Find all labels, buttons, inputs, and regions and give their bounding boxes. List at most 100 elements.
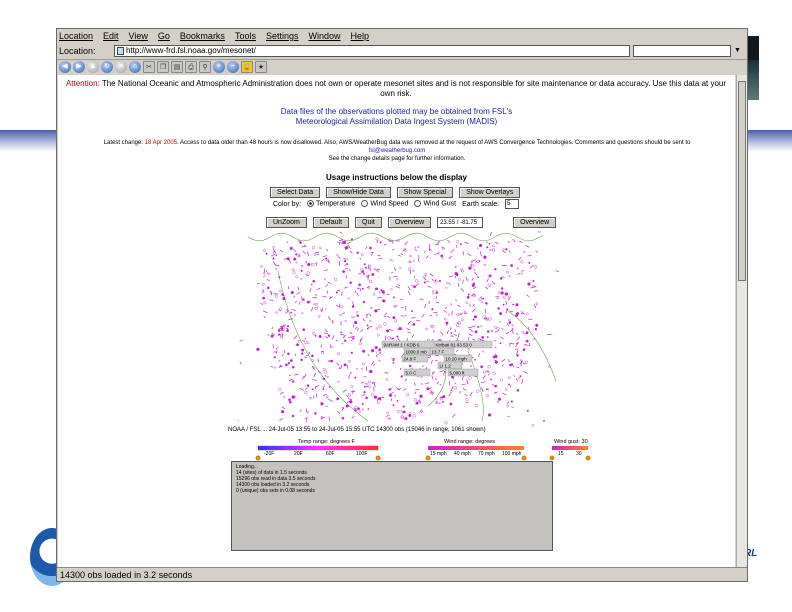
station-dot[interactable] [290,291,294,295]
wind-barb[interactable] [384,335,387,341]
wind-barb[interactable] [447,239,451,244]
station-dot[interactable] [304,390,308,395]
station-dot[interactable] [273,366,276,369]
wind-barb[interactable] [513,374,516,377]
wind-barb[interactable] [340,291,343,296]
wind-barb[interactable] [293,249,296,252]
menu-help[interactable]: Help [351,31,370,41]
wind-barb[interactable] [324,269,328,271]
wind-barb[interactable] [374,287,377,291]
wind-barb[interactable] [417,259,420,263]
wind-barb[interactable] [301,312,304,315]
wind-barb[interactable] [275,350,278,354]
wind-barb[interactable] [322,385,325,389]
wind-barb[interactable] [338,239,343,242]
station-dot[interactable] [499,312,503,316]
wind-barb[interactable] [436,313,438,317]
station-dot[interactable] [399,266,402,269]
wind-barb[interactable] [279,418,283,421]
menu-settings[interactable]: Settings [266,31,299,41]
station-dot[interactable] [431,308,434,311]
wind-barb[interactable] [413,382,416,386]
station-dot[interactable] [472,282,476,286]
station-dot[interactable] [508,318,511,322]
wind-barb[interactable] [403,388,407,391]
station-dot[interactable] [476,389,480,393]
station-dot[interactable] [481,336,485,339]
station-dot[interactable] [412,323,416,326]
wind-barb[interactable] [395,285,401,289]
station-dot[interactable] [261,283,265,286]
station-dot[interactable] [369,369,373,374]
station-dot[interactable] [322,377,326,381]
wind-barb[interactable] [457,304,461,308]
wind-barb[interactable] [535,250,539,253]
station-dot[interactable] [256,347,260,351]
earth-scale-input[interactable]: 5 [505,199,520,209]
station-dot[interactable] [458,278,461,281]
station-dot[interactable] [263,301,267,305]
wind-barb[interactable] [435,243,439,246]
station-dot[interactable] [311,246,315,250]
station-dot[interactable] [301,348,305,352]
wind-barb[interactable] [399,298,404,301]
menu-bookmarks[interactable]: Bookmarks [180,31,225,41]
station-dot[interactable] [413,398,418,402]
wind-barb[interactable] [347,241,352,245]
station-dot[interactable] [362,300,366,304]
station-dot[interactable] [313,303,316,306]
station-dot[interactable] [502,295,506,299]
station-dot[interactable] [368,279,373,284]
wind-barb[interactable] [377,297,382,299]
station-dot[interactable] [289,400,292,404]
wind-barb[interactable] [328,398,333,402]
station-dot[interactable] [306,411,309,414]
station-dot[interactable] [278,387,282,391]
wind-barb[interactable] [316,253,320,256]
wind-barb[interactable] [296,291,301,295]
wind-barb[interactable] [472,304,475,306]
wind-barb[interactable] [326,290,329,294]
station-dot[interactable] [309,396,312,400]
station-dot[interactable] [491,330,493,332]
wind-barb[interactable] [286,241,289,244]
station-dot[interactable] [359,342,362,346]
station-dot[interactable] [490,378,492,381]
wind-barb[interactable] [508,359,510,363]
wind-barb[interactable] [508,250,511,254]
station-dot[interactable] [311,388,314,391]
wind-barb[interactable] [361,408,364,411]
station-dot[interactable] [455,323,460,328]
wind-barb[interactable] [519,240,523,243]
station-dot[interactable] [394,394,396,397]
station-dot[interactable] [459,243,462,246]
station-dot[interactable] [453,386,457,390]
station-dot[interactable] [404,416,408,421]
wind-barb[interactable] [359,287,362,292]
station-dot[interactable] [477,276,479,279]
wind-barb[interactable] [288,374,292,377]
wind-barb[interactable] [365,385,369,388]
wind-barb[interactable] [348,374,350,380]
wind-barb[interactable] [486,278,489,283]
wind-barb[interactable] [324,374,327,378]
wind-barb[interactable] [425,382,430,385]
wind-barb[interactable] [453,333,457,336]
station-dot[interactable] [512,303,515,306]
wind-barb[interactable] [434,252,439,255]
station-dot[interactable] [299,241,302,244]
wind-barb[interactable] [521,270,524,272]
wind-barb[interactable] [302,250,306,255]
show-special-button[interactable]: Show Special [396,187,454,198]
wind-barb[interactable] [279,391,284,395]
wind-barb[interactable] [534,305,537,309]
station-dot[interactable] [272,246,275,249]
wind-barb[interactable] [448,255,453,259]
wind-barb[interactable] [407,290,411,296]
reload-icon[interactable]: ↻ [101,61,113,73]
station-dot[interactable] [291,414,295,418]
station-dot[interactable] [339,367,341,369]
wind-barb[interactable] [429,314,433,317]
copy-icon[interactable]: ❐ [157,61,169,73]
station-dot[interactable] [347,393,352,397]
